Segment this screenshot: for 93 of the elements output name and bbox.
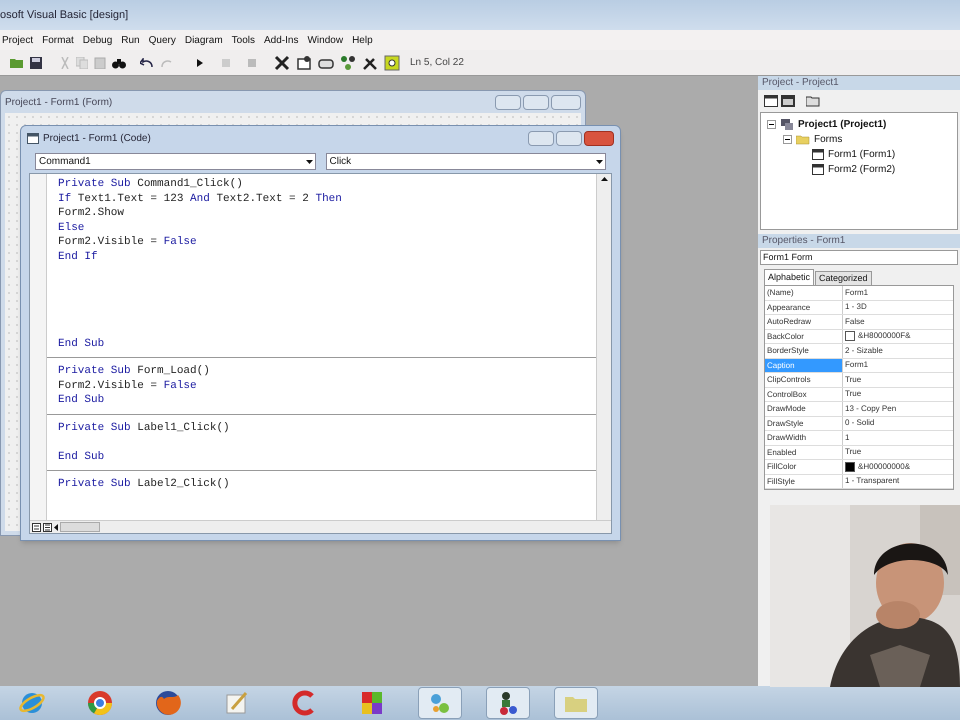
- property-name[interactable]: DrawMode: [765, 402, 843, 416]
- menu-item[interactable]: Help: [352, 32, 373, 48]
- property-value[interactable]: 1 - 3D: [845, 301, 867, 314]
- property-value[interactable]: Form1: [845, 286, 868, 299]
- property-name[interactable]: AutoRedraw: [765, 315, 843, 328]
- property-value[interactable]: &H00000000&: [858, 460, 910, 473]
- undo-icon[interactable]: [140, 58, 154, 68]
- code-line: Form2.Show: [58, 206, 124, 220]
- code-line: End Sub: [58, 336, 104, 351]
- browser-icon: [86, 689, 114, 717]
- property-name[interactable]: Appearance: [765, 300, 843, 314]
- property-name[interactable]: Enabled: [765, 446, 843, 459]
- property-name[interactable]: DrawWidth: [765, 431, 843, 444]
- property-value[interactable]: 2 - Sizable: [845, 344, 883, 357]
- toggle-folders-icon[interactable]: [806, 95, 820, 107]
- horizontal-scrollbar[interactable]: [30, 520, 611, 533]
- menu-item[interactable]: Diagram: [184, 32, 223, 48]
- menu-item[interactable]: Tools: [232, 32, 256, 48]
- view-object-icon[interactable]: [781, 95, 795, 107]
- firefox-icon: [154, 689, 182, 717]
- property-value[interactable]: 1: [845, 432, 850, 444]
- code-line: End Sub: [58, 450, 104, 464]
- panel-title: Properties - Form1: [758, 234, 960, 248]
- code-line: Private Sub Label1_Click(): [58, 420, 230, 435]
- code-line: End Sub: [58, 393, 104, 408]
- object-dropdown[interactable]: Command1: [35, 153, 316, 170]
- expander-icon[interactable]: [783, 135, 792, 144]
- code-line: If Text1.Text = 123 And Text2.Text = 2 Then: [58, 192, 342, 206]
- code-line: Private Sub Form_Load(): [58, 364, 210, 378]
- procedure-dropdown[interactable]: Click: [326, 153, 606, 170]
- property-name[interactable]: ClipControls: [765, 373, 843, 386]
- dropdown-arrow-icon: [306, 160, 312, 164]
- run-icon[interactable]: [196, 58, 204, 68]
- menu-item[interactable]: Run: [121, 32, 140, 48]
- property-name[interactable]: ControlBox: [765, 388, 843, 401]
- window-title: osoft Visual Basic [design]: [0, 8, 128, 23]
- property-name[interactable]: FillStyle: [765, 474, 843, 488]
- save-icon[interactable]: [30, 56, 42, 68]
- tree-item[interactable]: Project1 (Project1): [798, 117, 886, 132]
- code-line: Private Sub Label2_Click(): [58, 477, 230, 492]
- code-line: Else: [58, 220, 84, 235]
- code-line: Private Sub Command1_Click(): [58, 177, 243, 192]
- vertical-scrollbar[interactable]: [596, 174, 611, 520]
- property-value[interactable]: 13 - Copy Pen: [845, 402, 896, 415]
- property-name[interactable]: BackColor: [765, 330, 843, 343]
- property-value[interactable]: True: [845, 388, 862, 400]
- property-value[interactable]: 1 - Transparent: [845, 475, 900, 488]
- menu-item[interactable]: Format: [42, 32, 74, 48]
- tree-item[interactable]: Form1 (Form1): [828, 147, 896, 162]
- tree-item[interactable]: Form2 (Form2): [828, 162, 896, 177]
- panel-title: Project - Project1: [758, 76, 960, 90]
- form-icon: [812, 164, 824, 175]
- open-folder-icon[interactable]: [10, 56, 24, 68]
- binoculars-icon[interactable]: [112, 56, 126, 68]
- object-dropdown[interactable]: Form1 Form: [760, 250, 958, 265]
- code-window-icon: [27, 132, 39, 144]
- properties-tab[interactable]: Categorized: [815, 271, 872, 285]
- property-value[interactable]: Form1: [845, 359, 868, 372]
- tree-item[interactable]: Forms: [814, 132, 842, 147]
- properties-tab[interactable]: Alphabetic: [764, 269, 814, 285]
- procedure-view-icon[interactable]: [32, 522, 41, 532]
- view-code-icon[interactable]: [764, 95, 778, 107]
- menu-item[interactable]: Window: [307, 32, 344, 48]
- scroll-up-icon[interactable]: [600, 177, 608, 181]
- menu-item[interactable]: Debug: [82, 32, 112, 48]
- cursor-position: Ln 5, Col 22: [410, 56, 464, 70]
- code-line: Form2.Visible = False: [58, 378, 197, 393]
- menu-item[interactable]: Project: [2, 32, 34, 48]
- form-icon: [812, 149, 824, 160]
- project-icon: [780, 118, 794, 131]
- property-value[interactable]: False: [845, 316, 865, 328]
- property-value[interactable]: 0 - Solid: [845, 417, 874, 430]
- menu-item[interactable]: Query: [148, 32, 176, 48]
- property-value[interactable]: &H8000000F&: [858, 330, 910, 342]
- expander-icon[interactable]: [767, 120, 776, 129]
- property-value[interactable]: True: [845, 446, 862, 458]
- window-title: Project1 - Form1 (Form): [5, 96, 112, 110]
- property-name[interactable]: (Name): [765, 286, 843, 300]
- close-button[interactable]: [584, 130, 614, 146]
- taskbar-button[interactable]: [486, 687, 530, 719]
- code-line: End If: [58, 250, 98, 264]
- window-title: Project1 - Form1 (Code): [43, 132, 151, 146]
- full-module-view-icon[interactable]: [43, 522, 52, 532]
- code-line: Form2.Visible = False: [58, 235, 197, 250]
- scroll-thumb[interactable]: [60, 522, 100, 532]
- dropdown-arrow-icon: [596, 160, 603, 164]
- folder-icon: [796, 134, 810, 145]
- property-name[interactable]: DrawStyle: [765, 416, 843, 430]
- scroll-left-icon[interactable]: [54, 524, 58, 530]
- menu-item[interactable]: Add-Ins: [264, 32, 298, 48]
- property-name[interactable]: FillColor: [765, 460, 843, 474]
- property-name[interactable]: BorderStyle: [765, 344, 843, 358]
- property-value[interactable]: True: [845, 374, 862, 386]
